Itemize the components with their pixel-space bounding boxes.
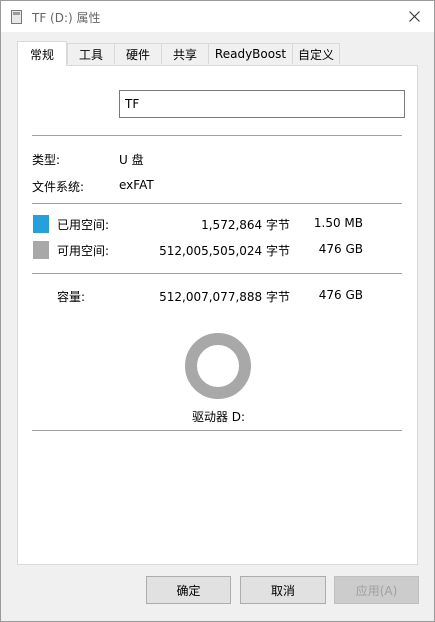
used-space-size: 1.50 MB — [313, 216, 363, 230]
tab-strip: 常规 工具 硬件 共享 ReadyBoost 自定义 — [17, 41, 417, 66]
tab-readyboost[interactable]: ReadyBoost — [208, 43, 293, 64]
tab-hardware[interactable]: 硬件 — [114, 43, 162, 64]
tab-general[interactable]: 常规 — [17, 41, 67, 66]
ok-button[interactable]: 确定 — [146, 576, 231, 604]
free-space-ring — [185, 333, 251, 399]
capacity-size: 476 GB — [318, 288, 363, 302]
filesystem-label: 文件系统: — [32, 180, 85, 194]
close-icon — [408, 11, 420, 22]
free-space-label: 可用空间: — [57, 244, 110, 258]
separator — [32, 135, 402, 136]
tab-sharing[interactable]: 共享 — [161, 43, 209, 64]
separator — [32, 430, 402, 431]
drive-icon — [11, 10, 22, 24]
capacity-label: 容量: — [57, 290, 86, 304]
free-space-bytes: 512,005,505,024 字节 — [159, 244, 290, 258]
apply-button[interactable]: 应用(A) — [334, 576, 419, 604]
window-title: TF (D:) 属性 — [32, 11, 101, 25]
capacity-bytes: 512,007,077,888 字节 — [159, 290, 290, 304]
drive-letter-label: 驱动器 D: — [191, 410, 246, 424]
separator — [32, 203, 402, 204]
tab-tools[interactable]: 工具 — [67, 43, 115, 64]
title-bar[interactable]: TF (D:) 属性 — [1, 1, 434, 32]
cancel-button[interactable]: 取消 — [240, 576, 326, 604]
type-label: 类型: — [32, 153, 61, 167]
general-panel: 类型: U 盘 文件系统: exFAT 已用空间: 1,572,864 字节 1… — [17, 65, 418, 565]
used-space-label: 已用空间: — [57, 218, 110, 232]
tab-customize[interactable]: 自定义 — [292, 43, 340, 64]
free-space-size: 476 GB — [318, 242, 363, 256]
used-space-swatch — [33, 215, 49, 233]
free-space-swatch — [33, 241, 49, 259]
separator — [32, 273, 402, 274]
used-space-bytes: 1,572,864 字节 — [201, 218, 290, 232]
close-button[interactable] — [394, 1, 434, 32]
filesystem-value: exFAT — [119, 178, 154, 192]
usage-donut-chart — [185, 333, 251, 399]
properties-window: TF (D:) 属性 常规 工具 硬件 共享 ReadyBoost 自定义 类型… — [0, 0, 435, 622]
type-value: U 盘 — [119, 153, 144, 167]
drive-name-field[interactable] — [119, 90, 405, 118]
